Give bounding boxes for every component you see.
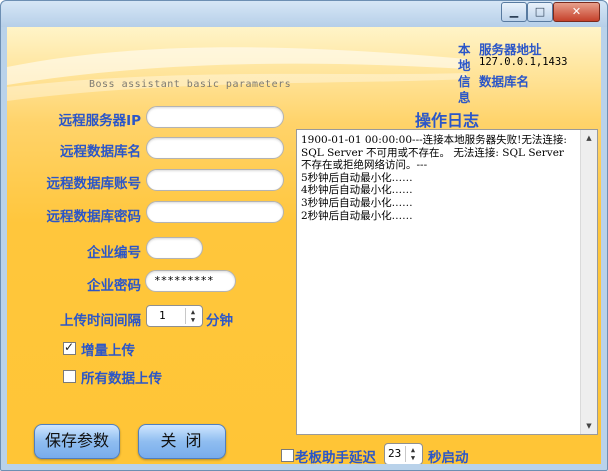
remote-db-label: 远程数据库名 (60, 144, 141, 160)
maximize-icon: □ (534, 5, 546, 18)
local-label-4: 息 (458, 90, 471, 105)
close-window-button[interactable]: ✕ (553, 2, 600, 22)
maximize-button[interactable]: □ (527, 2, 553, 22)
save-parameters-button[interactable]: 保存参数 (34, 424, 120, 459)
delay-stepper[interactable]: 23 ▲ ▼ (384, 443, 423, 464)
db-name-label: 数据库名 (479, 74, 530, 89)
remote-password-label: 远程数据库密码 (46, 209, 142, 225)
remote-ip-label: 远程服务器IP (58, 113, 141, 129)
upload-interval-label: 上传时间间隔 (60, 313, 141, 329)
delay-start-checkbox[interactable] (281, 449, 294, 462)
log-scrollbar[interactable]: ▲ ▼ (580, 130, 597, 434)
scroll-up-icon[interactable]: ▲ (583, 132, 595, 144)
delay-start-label: 老板助手延迟 (295, 450, 376, 464)
server-address-value: 127.0.0.1,1433 (479, 56, 568, 68)
remote-ip-input[interactable] (146, 106, 284, 128)
company-id-input[interactable] (146, 237, 203, 259)
app-window: ▁ □ ✕ Boss assistant basic parameters 本 … (0, 0, 608, 471)
remote-password-input[interactable] (146, 201, 284, 223)
delay-unit: 秒启动 (428, 450, 469, 464)
client-area: Boss assistant basic parameters 本 地 信 息 … (7, 27, 601, 464)
minimize-button[interactable]: ▁ (501, 2, 527, 22)
remote-db-input[interactable] (146, 137, 284, 159)
log-text: 1900-01-01 00:00:00---连接本地服务器失败!无法连接: SQ… (301, 134, 567, 222)
scroll-down-icon[interactable]: ▼ (583, 420, 595, 432)
all-data-upload-checkbox[interactable] (63, 370, 76, 383)
incremental-upload-checkbox[interactable] (63, 340, 76, 355)
subtitle: Boss assistant basic parameters (89, 79, 292, 90)
log-panel[interactable]: 1900-01-01 00:00:00---连接本地服务器失败!无法连接: SQ… (296, 129, 598, 435)
all-data-upload-label: 所有数据上传 (81, 371, 162, 387)
stepper-arrows-icon[interactable]: ▲ ▼ (185, 308, 200, 324)
close-button[interactable]: 关 闭 (138, 424, 226, 459)
company-id-label: 企业编号 (87, 245, 141, 261)
company-password-label: 企业密码 (87, 278, 141, 294)
upload-interval-stepper[interactable]: 1 ▲ ▼ (146, 305, 203, 327)
delay-stepper-arrows-icon[interactable]: ▲ ▼ (405, 446, 420, 462)
title-bar: ▁ □ ✕ (1, 1, 607, 27)
incremental-upload-label: 增量上传 (81, 343, 135, 359)
remote-account-input[interactable] (146, 169, 284, 191)
upload-interval-unit: 分钟 (206, 313, 233, 329)
close-icon: ✕ (571, 5, 582, 18)
delay-value: 23 (388, 447, 402, 460)
log-title: 操作日志 (415, 111, 480, 130)
company-password-input[interactable]: ********* (145, 270, 236, 292)
minimize-icon: ▁ (509, 5, 519, 18)
remote-account-label: 远程数据库账号 (46, 176, 142, 192)
upload-interval-value: 1 (159, 309, 166, 322)
